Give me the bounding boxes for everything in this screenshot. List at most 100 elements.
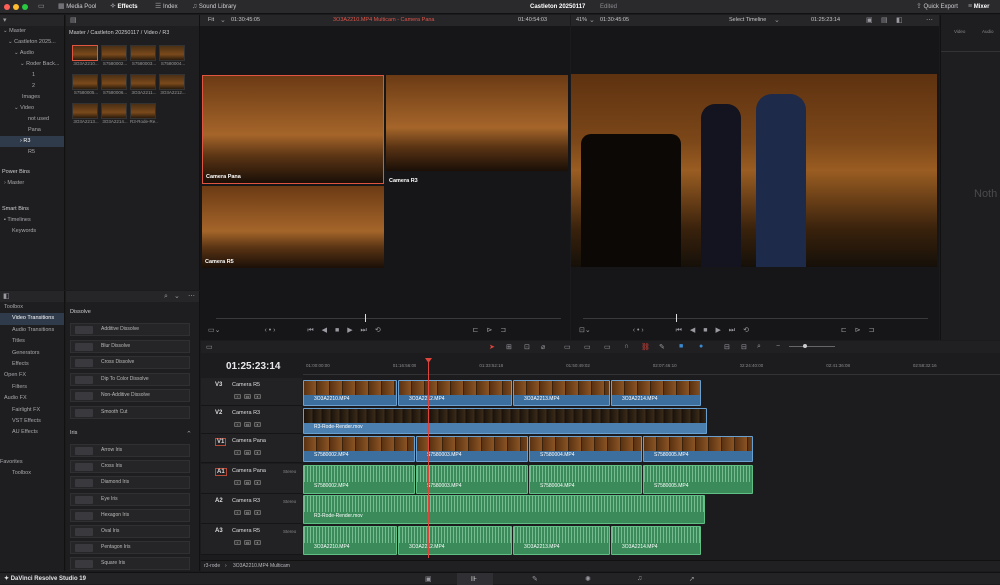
blade-tool-icon[interactable]: ⌀ <box>541 343 545 351</box>
clip-a1[interactable]: S7580004.MP4 <box>529 465 642 494</box>
multicam-angle-pana[interactable]: Camera Pana <box>202 75 384 184</box>
toolbox-item[interactable]: Video Transitions <box>0 313 64 324</box>
snap-icon[interactable]: ∩ <box>624 343 629 350</box>
tree-item-video[interactable]: ⌄ Video <box>0 103 64 114</box>
effect-item[interactable]: Non-Additive Dissolve <box>70 389 190 402</box>
media-clip[interactable]: S7580006... <box>101 74 129 95</box>
trim-tool-icon[interactable]: ⊞ <box>506 343 512 351</box>
lock-icon[interactable]: ▫ <box>234 480 241 485</box>
effect-item[interactable]: Pentagon Iris <box>70 541 190 554</box>
clip-a1[interactable]: S7580005.MP4 <box>643 465 753 494</box>
multicam-angle-r5[interactable]: Camera R5 <box>202 186 384 268</box>
flag-icon[interactable]: ■ <box>679 343 683 350</box>
zoom-slider-handle[interactable] <box>803 344 807 348</box>
clip-v1[interactable]: S7580004.MP4 <box>529 436 642 462</box>
viewer-option-icon[interactable]: ▣ <box>866 15 873 26</box>
effect-item[interactable]: Cross Dissolve <box>70 356 190 369</box>
chevron-down-icon[interactable]: ⌄ <box>174 291 180 302</box>
track-name[interactable]: Camera R3 <box>232 498 260 504</box>
media-clip[interactable]: R3-Rode-Re... <box>130 103 158 124</box>
clip-v1[interactable]: S7580003.MP4 <box>416 436 528 462</box>
mute-icon[interactable]: ▪ <box>254 394 261 399</box>
mute-icon[interactable]: ▪ <box>254 510 261 515</box>
insert-icon[interactable]: ▭ <box>564 343 571 351</box>
out-point-icon[interactable]: ⊐ <box>869 327 875 334</box>
source-playhead[interactable] <box>365 314 366 322</box>
tree-item-timelines[interactable]: ▪ Timelines <box>0 215 64 226</box>
tree-item-1[interactable]: 1 <box>0 70 64 81</box>
viewer-option-icon[interactable]: ▤ <box>881 15 888 26</box>
playhead[interactable] <box>428 361 429 558</box>
track-name[interactable]: Camera Pana <box>232 438 266 444</box>
clip-v1[interactable]: S7580005.MP4 <box>643 436 753 462</box>
clip-v3[interactable]: 3O3A2214.MP4 <box>611 380 701 406</box>
zoom-slider[interactable] <box>789 346 835 347</box>
play-icon[interactable]: ▶ <box>347 327 352 334</box>
effect-item[interactable]: Arrow Iris <box>70 444 190 457</box>
tree-item-audio[interactable]: ⌄ Audio <box>0 48 64 59</box>
lock-icon[interactable]: ▫ <box>234 540 241 545</box>
in-point-icon[interactable]: ⊏ <box>473 327 479 334</box>
toolbox-item[interactable]: Toolbox <box>0 302 64 313</box>
mute-icon[interactable]: ▪ <box>254 480 261 485</box>
sound-library-button[interactable]: ♫ Sound Library <box>192 0 236 14</box>
media-page-icon[interactable]: ▣ <box>425 575 432 583</box>
media-clip[interactable]: 3O3A2213... <box>72 103 100 124</box>
fairlight-page-icon[interactable]: ♫ <box>637 575 642 582</box>
timeline-view-icon[interactable]: ▭ <box>206 343 213 351</box>
step-back-icon[interactable]: ◀ <box>690 327 695 334</box>
toolbox-item[interactable]: Generators <box>0 348 64 359</box>
loop-icon[interactable]: ⟲ <box>743 327 749 334</box>
track-id[interactable]: V2 <box>215 410 222 416</box>
track-header-v3[interactable]: V3Camera R5▫▭▪ <box>201 378 302 406</box>
dots-icon[interactable]: ‹ • › <box>633 327 644 334</box>
zoom-detail-icon[interactable]: ⊟ <box>741 343 747 351</box>
lock-icon[interactable]: ▫ <box>234 510 241 515</box>
track-id[interactable]: A3 <box>215 528 223 534</box>
mark-icon[interactable]: ⊳ <box>855 327 861 334</box>
auto-select-icon[interactable]: ▭ <box>244 510 251 515</box>
link-icon[interactable]: ⛓ <box>641 343 650 351</box>
clip-a3[interactable]: 3O3A2210.MP4 <box>303 526 397 555</box>
dots-icon[interactable]: ‹ • › <box>264 327 275 334</box>
tree-item-roder-back[interactable]: ⌄ Roder Back... <box>0 59 64 70</box>
select-timeline-dropdown[interactable]: Select Timeline <box>729 15 766 26</box>
skip-back-icon[interactable]: ⏮ <box>307 327 313 334</box>
clip-a3[interactable]: 3O3A2214.MP4 <box>611 526 701 555</box>
clip-v1[interactable]: S7580002.MP4 <box>303 436 415 462</box>
auto-select-icon[interactable]: ▭ <box>244 540 251 545</box>
timeline-scrub-bar[interactable] <box>583 318 928 319</box>
media-pool-button[interactable]: ▦ Media Pool <box>58 0 96 14</box>
color-page-icon[interactable]: ✺ <box>585 575 591 583</box>
stop-icon[interactable]: ■ <box>703 327 707 334</box>
track-name[interactable]: Camera R5 <box>232 528 260 534</box>
tree-item-keywords[interactable]: Keywords <box>0 226 64 237</box>
clip-a1[interactable]: S7580003.MP4 <box>416 465 528 494</box>
track-id[interactable]: V3 <box>215 382 222 388</box>
tree-item-not-used[interactable]: not used <box>0 114 64 125</box>
marker-icon[interactable]: ● <box>699 343 703 350</box>
lock-icon[interactable]: ▫ <box>234 394 241 399</box>
source-scrub-bar[interactable] <box>216 318 561 319</box>
media-clip[interactable]: S7580005... <box>72 74 100 95</box>
toolbox-item[interactable]: Audio FX <box>0 393 64 404</box>
play-icon[interactable]: ▶ <box>715 327 720 334</box>
chevron-down-icon[interactable]: ⌄ <box>220 15 226 26</box>
dynamic-trim-icon[interactable]: ⊡ <box>524 343 530 351</box>
track-header-a2[interactable]: A2Camera R3Stereo▫▭▪ <box>201 494 302 524</box>
viewer-option-icon[interactable]: ◧ <box>896 15 903 26</box>
clip-a2[interactable]: R3-Rode-Render.mov <box>303 495 705 524</box>
effect-item[interactable]: Blur Dissolve <box>70 340 190 353</box>
list-view-icon[interactable]: ▤ <box>70 15 77 26</box>
mixer-button[interactable]: ≡ Mixer <box>968 0 989 14</box>
effect-item[interactable]: Eye Iris <box>70 493 190 506</box>
media-clip[interactable]: S7580004... <box>159 45 187 66</box>
lock-icon[interactable]: ▫ <box>234 450 241 455</box>
track-name[interactable]: Camera Pana <box>232 468 266 474</box>
track-header-v2[interactable]: V2Camera R3▫▭▪ <box>201 406 302 434</box>
toolbox-item[interactable]: Open FX <box>0 370 64 381</box>
effect-item[interactable]: Oval Iris <box>70 525 190 538</box>
breadcrumb-item[interactable]: 3O3A2210.MP4 Multicam <box>233 563 290 569</box>
timeline-zoom[interactable]: 41% <box>576 15 587 26</box>
timeline-ruler[interactable]: 01:00:00:0001:16:56:0901:33:52:1801:50:4… <box>303 361 1000 375</box>
